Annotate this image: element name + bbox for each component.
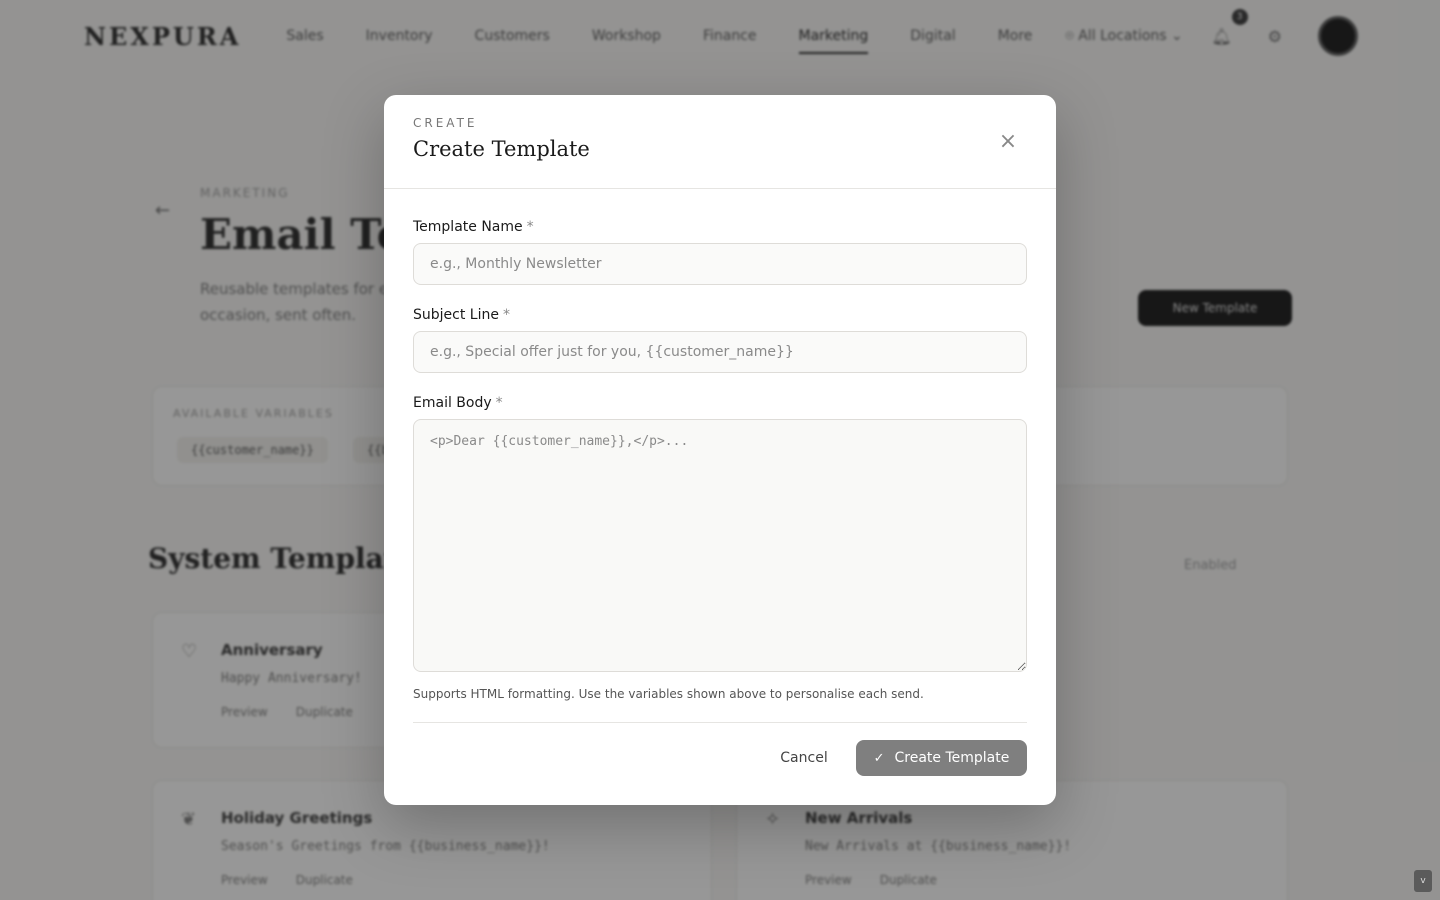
template-name-label-text: Template Name	[413, 219, 523, 235]
required-marker: *	[495, 395, 503, 411]
close-icon[interactable]: ×	[998, 131, 1018, 153]
subject-line-label-text: Subject Line	[413, 307, 499, 323]
required-marker: *	[526, 219, 534, 235]
email-body-label-text: Email Body	[413, 395, 492, 411]
check-icon: ✓	[873, 750, 885, 766]
cancel-button[interactable]: Cancel	[764, 740, 844, 776]
create-template-modal: CREATE Create Template × Template Name * …	[384, 95, 1056, 805]
subject-line-label: Subject Line *	[413, 307, 1027, 323]
modal-eyebrow: CREATE	[413, 116, 478, 130]
template-name-input[interactable]	[413, 243, 1027, 285]
modal-form: Template Name* Subject Line* Email Body*…	[413, 189, 1027, 701]
email-body-label: Email Body *	[413, 395, 1027, 411]
modal-title: Create Template	[413, 137, 590, 161]
subject-line-input[interactable]	[413, 331, 1027, 373]
required-marker: *	[502, 307, 510, 323]
email-body-textarea[interactable]	[413, 419, 1027, 672]
footer-divider	[413, 722, 1027, 723]
create-template-label: Create Template	[894, 750, 1010, 766]
modal-header: CREATE Create Template ×	[384, 95, 1056, 189]
corner-toggle-icon[interactable]: v	[1414, 870, 1432, 892]
template-name-label: Template Name *	[413, 219, 1027, 235]
create-template-button[interactable]: ✓ Create Template	[856, 740, 1027, 776]
help-text: Supports HTML formatting. Use the variab…	[413, 687, 924, 701]
